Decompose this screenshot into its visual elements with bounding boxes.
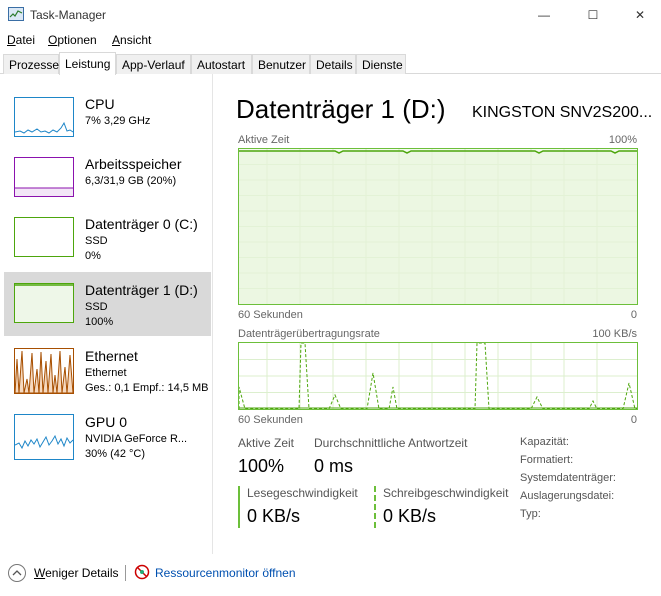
tab-bar: Prozesse Leistung App-Verlauf Autostart … (0, 52, 661, 75)
menu-datei[interactable]: Datei (7, 33, 35, 47)
graph-label: Aktive Zeit (238, 134, 290, 146)
memory-thumbnail-graph (14, 157, 74, 197)
sidebar-item-detail: 30% (42 °C) (85, 448, 146, 460)
page-title: Datenträger 1 (D:) (236, 94, 446, 124)
tab-app-verlauf[interactable]: App-Verlauf (116, 54, 191, 74)
graph-time-label: 60 Sekunden (238, 309, 303, 321)
task-manager-icon (8, 7, 24, 21)
sidebar-item-detail: Ethernet (85, 367, 127, 379)
response-time-label: Durchschnittliche Antwortzeit (314, 436, 468, 450)
sidebar-item-detail: 0% (85, 250, 101, 262)
write-speed-value: 0 KB/s (383, 506, 437, 526)
sidebar-item-title: Datenträger 1 (D:) (85, 282, 198, 298)
fewer-details-button[interactable]: Weniger Details (34, 566, 118, 580)
window-title: Task-Manager (30, 8, 107, 22)
performance-sidebar: CPU 7% 3,29 GHz Arbeitsspeicher 6,3/31,9… (0, 74, 213, 554)
sidebar-item-detail: 6,3/31,9 GB (20%) (85, 175, 177, 187)
footer-bar: Weniger Details Ressourcenmonitor öffnen (0, 556, 661, 596)
property-page-file-label: Auslagerungsdatei: (520, 490, 615, 502)
sidebar-item-title: Arbeitsspeicher (85, 156, 182, 172)
tab-details[interactable]: Details (310, 54, 356, 74)
chevron-up-icon[interactable] (8, 564, 26, 582)
active-time-value: 100% (238, 456, 285, 476)
property-system-disk-label: Systemdatenträger: (520, 472, 616, 484)
disk-1-thumbnail-graph (14, 283, 74, 323)
footer-separator (125, 565, 126, 581)
cpu-thumbnail-graph (14, 97, 74, 137)
sidebar-item-title: CPU (85, 96, 115, 112)
close-button[interactable]: ✕ (617, 0, 661, 30)
sidebar-item-detail: 100% (85, 316, 114, 328)
property-capacity-label: Kapazität: (520, 436, 569, 448)
sidebar-item-detail: NVIDIA GeForce R... (85, 433, 188, 445)
open-resource-monitor-link[interactable]: Ressourcenmonitor öffnen (155, 566, 296, 580)
sidebar-item-detail: Ges.: 0,1 Empf.: 14,5 MB (85, 382, 209, 394)
graph-label: Datenträgerübertragungsrate (238, 328, 380, 340)
graph-max-label: 100 KB/s (592, 328, 637, 340)
disk-0-thumbnail-graph (14, 217, 74, 257)
sidebar-item-memory[interactable]: Arbeitsspeicher 6,3/31,9 GB (20%) (4, 148, 211, 212)
minimize-button[interactable]: — (521, 0, 567, 30)
write-speed-label: Schreibgeschwindigkeit (383, 486, 509, 500)
tab-prozesse[interactable]: Prozesse (3, 54, 59, 74)
maximize-icon: ☐ (587, 8, 599, 22)
response-time-value: 0 ms (314, 456, 354, 476)
title-bar: Task-Manager — ☐ ✕ (0, 0, 661, 30)
sidebar-item-detail: SSD (85, 301, 108, 313)
sidebar-item-title: Datenträger 0 (C:) (85, 216, 198, 232)
graph-max-label: 100% (608, 134, 637, 146)
property-formatted-label: Formatiert: (520, 454, 574, 466)
sidebar-item-title: GPU 0 (85, 414, 128, 430)
sidebar-item-ethernet[interactable]: Ethernet Ethernet Ges.: 0,1 Empf.: 14,5 … (4, 342, 211, 406)
sidebar-item-detail: 7% 3,29 GHz (85, 115, 151, 127)
read-speed-label: Lesegeschwindigkeit (247, 486, 358, 500)
sidebar-item-detail: SSD (85, 235, 108, 247)
tab-dienste[interactable]: Dienste (356, 54, 406, 74)
resource-monitor-icon (134, 564, 150, 580)
active-time-graph (238, 148, 638, 305)
ethernet-thumbnail-graph (14, 348, 74, 394)
tab-autostart[interactable]: Autostart (191, 54, 252, 74)
graph-min-label: 0 (630, 414, 637, 426)
read-speed-value: 0 KB/s (247, 506, 301, 526)
write-speed-box: Schreibgeschwindigkeit 0 KB/s (374, 486, 508, 528)
transfer-rate-graph (238, 342, 638, 410)
sidebar-item-gpu-0[interactable]: GPU 0 NVIDIA GeForce R... 30% (42 °C) (4, 408, 211, 472)
active-time-label: Aktive Zeit (238, 436, 295, 450)
tab-leistung[interactable]: Leistung (59, 52, 116, 75)
sidebar-item-disk-0[interactable]: Datenträger 0 (C:) SSD 0% (4, 208, 211, 272)
property-type-label: Typ: (520, 508, 541, 520)
minimize-icon: — (538, 8, 550, 22)
sidebar-item-cpu[interactable]: CPU 7% 3,29 GHz (4, 88, 211, 152)
graph-time-label: 60 Sekunden (238, 414, 303, 426)
disk-model: KINGSTON SNV2S200... (472, 104, 653, 121)
sidebar-item-disk-1[interactable]: Datenträger 1 (D:) SSD 100% (4, 272, 211, 336)
menu-bar: Datei Optionen Ansicht (0, 30, 661, 50)
sidebar-item-title: Ethernet (85, 348, 138, 364)
read-speed-box: Lesegeschwindigkeit 0 KB/s (238, 486, 358, 528)
menu-ansicht[interactable]: Ansicht (112, 33, 151, 47)
gpu-thumbnail-graph (14, 414, 74, 460)
menu-optionen[interactable]: Optionen (48, 33, 97, 47)
close-icon: ✕ (634, 8, 646, 22)
graph-min-label: 0 (630, 309, 637, 321)
disk-detail-panel: Datenträger 1 (D:) KINGSTON SNV2S200... … (214, 74, 661, 554)
tab-benutzer[interactable]: Benutzer (252, 54, 310, 74)
maximize-button[interactable]: ☐ (570, 0, 616, 30)
